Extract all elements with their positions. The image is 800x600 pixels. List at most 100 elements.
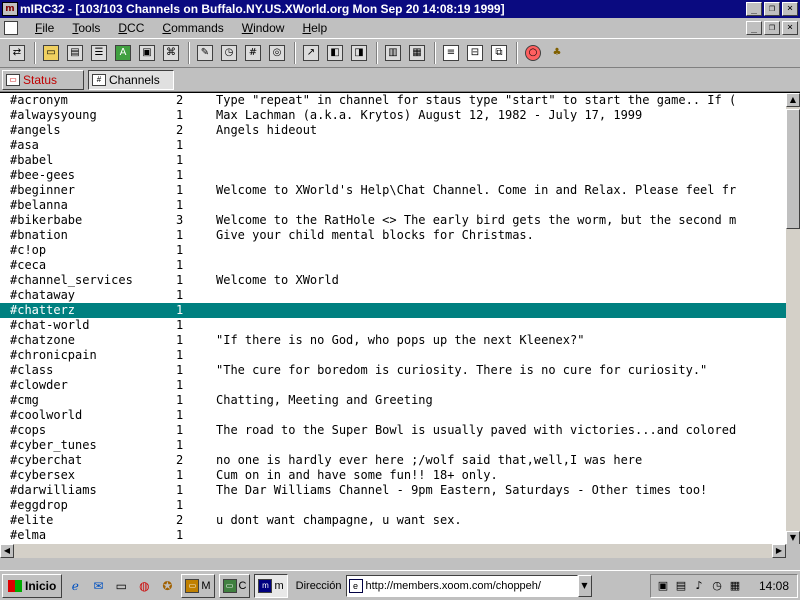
address-input[interactable]: e http://members.xoom.com/choppeh/ [345,574,578,597]
vertical-scrollbar[interactable]: ▲ ▼ [786,93,800,545]
connect-button[interactable]: ⇄ [6,42,28,64]
task-scheduler-icon[interactable]: ◷ [709,578,725,594]
dcc-send-button[interactable]: ↗ [300,42,322,64]
channel-row[interactable]: #chat-world 1 [0,318,786,333]
document-icon[interactable] [4,21,18,35]
channel-user-count: 1 [176,228,184,242]
help-button[interactable]: ○ [522,42,544,64]
channel-row[interactable]: #cyber_tunes 1 [0,438,786,453]
remote-button[interactable]: ⌘ [160,42,182,64]
channel-row[interactable]: #coolworld 1 [0,408,786,423]
channel-row[interactable]: #chatterz 1 [0,303,786,318]
minimize-button[interactable]: _ [746,2,762,16]
aliases-button[interactable]: A [112,42,134,64]
channel-row[interactable]: #acronym 2 Type "repeat" in channel for st… [0,93,786,108]
channel-row[interactable]: #channel_services 1 Welcome to XWorld [0,273,786,288]
channel-row[interactable]: #ceca 1 [0,258,786,273]
channel-row[interactable]: #cyberchat 2 no one is hardly ever here ;/… [0,453,786,468]
network-icon[interactable]: ▣ [655,578,671,594]
menu-help[interactable]: Help [293,21,336,35]
taskbar-button-mirc[interactable]: m m [254,573,288,598]
options-button[interactable]: ▤ [64,42,86,64]
channel-row[interactable]: #bikerbabe 3 Welcome to the RatHole <> The… [0,213,786,228]
channel-row[interactable]: #class 1 "The cure for boredom is curiosit… [0,363,786,378]
taskbar-button-c[interactable]: ▭ C [218,573,251,598]
taskbar-button-m[interactable]: ▭ M [181,573,215,598]
cascade-button[interactable]: ⧉ [488,42,510,64]
horizontal-scrollbar[interactable]: ◀ ▶ [0,544,786,558]
outlook-express-icon[interactable]: ✉ [88,576,108,596]
address-book-icon: ✎ [197,45,213,61]
about-button[interactable]: ♣ [546,42,568,64]
scroll-down-button[interactable]: ▼ [786,531,800,545]
channel-row[interactable]: #c!op 1 [0,243,786,258]
channel-row[interactable]: #cybersex 1 Cum on in and have some fun!! … [0,468,786,483]
menu-tools[interactable]: Tools [63,21,109,35]
address-book-button[interactable]: ✎ [194,42,216,64]
channel-row[interactable]: #bee-gees 1 [0,168,786,183]
folder-button[interactable]: ▭ [40,42,62,64]
channels-list-button[interactable]: # [242,42,264,64]
tab-channels-label: Channels [109,73,160,87]
menu-commands[interactable]: Commands [153,21,232,35]
channel-row[interactable]: #asa 1 [0,138,786,153]
close-button[interactable]: × [782,2,798,16]
mdi-restore-button[interactable]: ❐ [764,21,780,35]
tray-app-icon[interactable]: ▦ [727,578,743,594]
dcc-options-button[interactable]: ◨ [348,42,370,64]
tab-channels[interactable]: # Channels [88,70,174,90]
channel-row[interactable]: #eggdrop 1 [0,498,786,513]
popups-button[interactable]: ▣ [136,42,158,64]
channel-row[interactable]: #elma 1 [0,528,786,543]
address-dropdown-button[interactable]: ▼ [577,574,592,597]
channel-row[interactable]: #chronicpain 1 [0,348,786,363]
display-icon[interactable]: ▤ [673,578,689,594]
channel-row[interactable]: #chatzone 1 "If there is no God, who pops … [0,333,786,348]
channel-topic: Welcome to XWorld's Help\Chat Channel. C… [216,183,737,197]
quick-launch-app-icon[interactable]: ✪ [157,576,177,596]
channel-row[interactable]: #clowder 1 [0,378,786,393]
internet-explorer-icon[interactable]: ℯ [65,576,85,596]
dcc-chat-button[interactable]: ◧ [324,42,346,64]
menu-window[interactable]: Window [233,21,294,35]
channel-row[interactable]: #beginner 1 Welcome to XWorld's Help\Chat … [0,183,786,198]
channel-row[interactable]: #angels 2 Angels hideout [0,123,786,138]
start-button[interactable]: Inicio [2,573,63,598]
scripts-button[interactable]: ☰ [88,42,110,64]
channel-row[interactable]: #babel 1 [0,153,786,168]
tab-status[interactable]: ▭ Status [2,70,84,90]
tile-vertical-button[interactable]: ⊟ [464,42,486,64]
mirc-app-icon[interactable]: m [2,2,18,16]
taskbar-button-mirc-label: m [274,579,284,592]
menu-dcc[interactable]: DCC [109,21,153,35]
channel-row[interactable]: #cops 1 The road to the Super Bowl is usua… [0,423,786,438]
scroll-left-button[interactable]: ◀ [0,544,14,558]
scroll-up-button[interactable]: ▲ [786,93,800,107]
channel-row[interactable]: #elite 2 u dont want champagne, u want sex… [0,513,786,528]
remote-icon: ⌘ [163,45,179,61]
restore-button[interactable]: ❐ [764,2,780,16]
notify-button[interactable]: ◎ [266,42,288,64]
volume-icon[interactable]: ♪ [691,578,707,594]
channel-row[interactable]: #bnation 1 Give your child mental blocks f… [0,228,786,243]
mdi-minimize-button[interactable]: _ [746,21,762,35]
channel-row[interactable]: #alwaysyoung 1 Max Lachman (a.k.a. Krytos)… [0,108,786,123]
channels-icon[interactable]: ◍ [134,576,154,596]
received-files-button[interactable]: ▥ [382,42,404,64]
mdi-close-button[interactable]: × [782,21,798,35]
channel-row[interactable]: #belanna 1 [0,198,786,213]
log-files-button[interactable]: ▦ [406,42,428,64]
channel-row[interactable]: #chataway 1 [0,288,786,303]
menu-file[interactable]: File [26,21,63,35]
channel-row[interactable]: #cmg 1 Chatting, Meeting and Greeting [0,393,786,408]
title-bar[interactable]: m mIRC32 - [103/103 Channels on Buffalo.… [0,0,800,18]
tile-horizontal-button[interactable]: ≡ [440,42,462,64]
desktop-icon[interactable]: ▭ [111,576,131,596]
timer-button[interactable]: ◷ [218,42,240,64]
scroll-right-button[interactable]: ▶ [772,544,786,558]
channel-row[interactable]: #darwilliams 1 The Dar Williams Channel - … [0,483,786,498]
channel-name: #clowder [10,378,68,392]
page-icon: e [348,578,363,593]
channel-list[interactable]: #acronym 2 Type "repeat" in channel for st… [0,93,786,545]
vertical-scroll-thumb[interactable] [786,109,800,229]
